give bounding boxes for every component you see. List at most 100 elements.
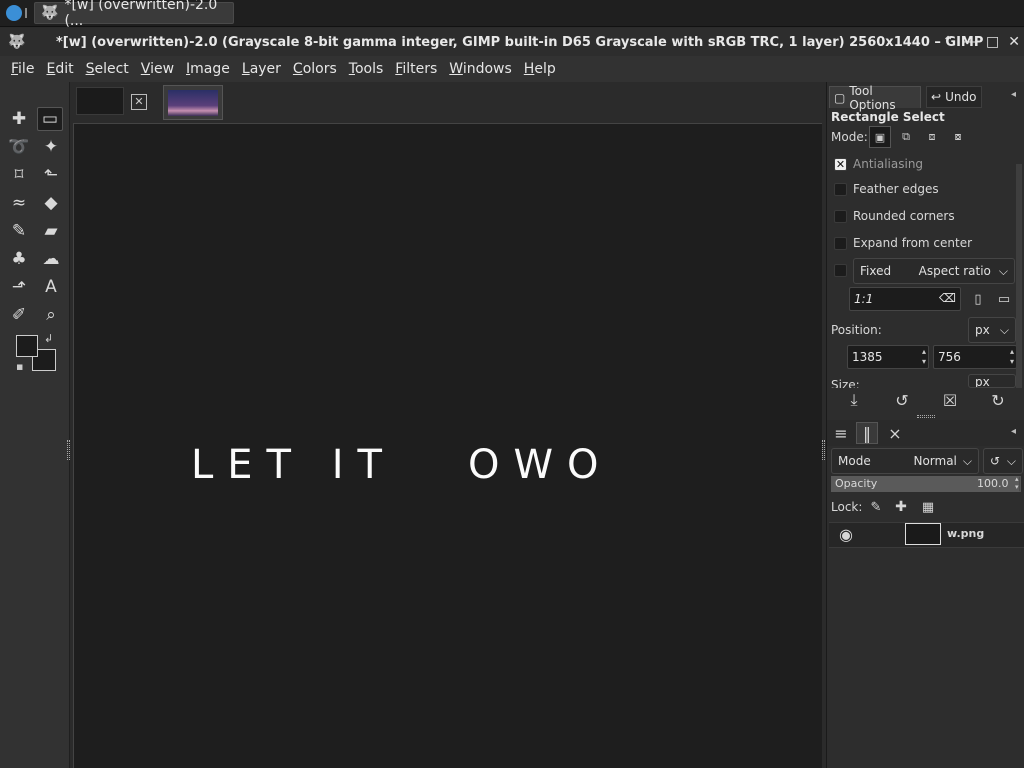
position-x-value: 1385 xyxy=(852,350,883,364)
reset-options-icon[interactable]: ↻ xyxy=(987,389,1009,411)
menu-edit[interactable]: Edit xyxy=(40,61,79,77)
paths-tab-icon[interactable]: ⨯ xyxy=(884,422,906,444)
lock-position-icon[interactable]: ✚ xyxy=(890,496,912,518)
tab-undo[interactable]: ↩ Undo xyxy=(926,86,982,108)
dock-resize-handle-left[interactable] xyxy=(67,440,70,460)
menu-file[interactable]: File xyxy=(5,61,40,77)
menu-filters[interactable]: Filters xyxy=(389,61,443,77)
rect-select-tool-icon[interactable]: ▭ xyxy=(37,107,63,131)
feather-edges-label: Feather edges xyxy=(853,182,939,196)
image-preview xyxy=(168,90,218,116)
taskbar-gimp-window[interactable]: 🐺 *[w] (overwritten)-2.0 (... xyxy=(34,0,234,29)
clone-tool-icon[interactable]: ♣ xyxy=(6,247,32,271)
minimize-button[interactable]: — xyxy=(963,34,977,50)
image-canvas[interactable]: LET IT OWO xyxy=(73,123,822,768)
paths-tool-icon[interactable]: ⬏ xyxy=(6,275,32,299)
lock-pixels-icon[interactable]: ✎ xyxy=(865,496,887,518)
image-tab-thumbnail[interactable] xyxy=(163,85,223,120)
image-tabs: ✕ xyxy=(71,82,824,122)
tool-options-scrollbar[interactable] xyxy=(1016,164,1022,388)
menu-image[interactable]: Image xyxy=(180,61,236,77)
position-x-field[interactable]: 1385 ▴ ▾ xyxy=(847,345,929,369)
mode-subtract-icon[interactable]: ⧈ xyxy=(921,126,943,148)
fixed-mode-select[interactable]: Fixed Aspect ratio ⌵ xyxy=(853,258,1015,284)
fuzzy-select-tool-icon[interactable]: ✦ xyxy=(38,135,64,159)
menubar: File Edit Select View Image Layer Colors… xyxy=(0,56,1024,82)
menu-colors[interactable]: Colors xyxy=(287,61,343,77)
text-tool-icon[interactable]: A xyxy=(38,275,64,299)
zoom-tool-icon[interactable]: ⌕ xyxy=(38,303,64,327)
foreground-color-swatch[interactable] xyxy=(16,335,38,357)
spinner-icon[interactable]: ▴ ▾ xyxy=(1015,475,1019,491)
menu-windows[interactable]: Windows xyxy=(443,61,518,77)
position-unit-select[interactable]: px ⌵ xyxy=(968,317,1016,343)
pin-icon[interactable]: ⌃ xyxy=(942,34,954,50)
lock-label: Lock: xyxy=(831,500,863,514)
menu-view[interactable]: View xyxy=(135,61,180,77)
channels-tab-icon[interactable]: ‖ xyxy=(856,422,878,444)
bucket-fill-tool-icon[interactable]: ◆ xyxy=(38,191,64,215)
close-button[interactable]: ✕ xyxy=(1008,34,1020,50)
tab-tool-options[interactable]: ▢ Tool Options xyxy=(829,84,921,112)
image-tab-thumbnail[interactable] xyxy=(76,87,124,115)
clear-field-icon[interactable]: ⌫ xyxy=(939,291,956,305)
move-tool-icon[interactable]: ✚ xyxy=(6,107,32,131)
canvas-text-left: LET IT xyxy=(191,442,396,488)
gimp-icon: 🐺 xyxy=(41,5,59,21)
fixed-checkbox[interactable] xyxy=(834,264,847,277)
transform-tool-icon[interactable]: ⬑ xyxy=(38,163,64,187)
chevron-down-icon: ⌵ xyxy=(1006,453,1016,468)
taskbar: 🐺 *[w] (overwritten)-2.0 (... xyxy=(0,0,1024,29)
layer-name: w.png xyxy=(947,527,985,540)
lasso-tool-icon[interactable]: ➰ xyxy=(6,135,32,159)
warp-tool-icon[interactable]: ≈ xyxy=(6,191,32,215)
antialiasing-checkbox[interactable]: ✕ xyxy=(834,158,847,171)
menu-help[interactable]: Help xyxy=(518,61,562,77)
save-preset-icon[interactable]: ⤓ xyxy=(843,389,865,411)
dock-menu-icon[interactable]: ◂ xyxy=(1011,426,1016,437)
dock-menu-icon[interactable]: ◂ xyxy=(1011,89,1016,100)
chevron-down-icon: ⌵ xyxy=(998,263,1008,278)
chevron-down-icon: ⌵ xyxy=(962,453,972,468)
spinner-icon[interactable]: ▴ ▾ xyxy=(1010,347,1014,367)
crop-tool-icon[interactable]: ⌑ xyxy=(6,163,32,187)
mode-replace-icon[interactable]: ▣ xyxy=(869,126,891,148)
portrait-icon[interactable]: ▯ xyxy=(967,288,989,310)
layer-mode-label: Mode xyxy=(838,454,871,468)
close-tab-icon[interactable]: ✕ xyxy=(131,94,147,110)
ratio-field[interactable]: 1:1 ⌫ xyxy=(849,287,961,311)
menu-select[interactable]: Select xyxy=(80,61,135,77)
position-y-field[interactable]: 756 ▴ ▾ xyxy=(933,345,1017,369)
eraser-tool-icon[interactable]: ▰ xyxy=(38,219,64,243)
dock-splitter[interactable] xyxy=(917,415,935,418)
mode-label: Mode: xyxy=(831,130,868,144)
dock-resize-handle-right[interactable] xyxy=(822,440,825,460)
start-menu-icon[interactable] xyxy=(6,5,22,21)
lock-alpha-icon[interactable]: ▦ xyxy=(917,496,939,518)
maximize-button[interactable]: □ xyxy=(986,34,999,50)
smudge-tool-icon[interactable]: ☁ xyxy=(38,247,64,271)
size-unit-select[interactable]: px xyxy=(968,374,1016,388)
undo-icon: ↩ xyxy=(931,90,942,104)
fixed-label: Fixed xyxy=(860,264,892,278)
menu-tools[interactable]: Tools xyxy=(343,61,390,77)
spinner-icon[interactable]: ▴ ▾ xyxy=(922,347,926,367)
reset-colors-icon[interactable]: ▪ xyxy=(16,360,23,373)
rounded-corners-checkbox[interactable] xyxy=(834,210,847,223)
layers-tab-icon[interactable]: ≡ xyxy=(830,422,852,444)
restore-preset-icon[interactable]: ↺ xyxy=(891,389,913,411)
color-picker-tool-icon[interactable]: ✐ xyxy=(6,303,32,327)
visibility-eye-icon[interactable]: ◉ xyxy=(835,523,857,545)
expand-from-center-checkbox[interactable] xyxy=(834,237,847,250)
paintbrush-tool-icon[interactable]: ✎ xyxy=(6,219,32,243)
mode-add-icon[interactable]: ⧉ xyxy=(895,126,917,148)
delete-preset-icon[interactable]: ☒ xyxy=(939,389,961,411)
landscape-icon[interactable]: ▭ xyxy=(993,288,1015,310)
mode-intersect-icon[interactable]: ⧇ xyxy=(947,126,969,148)
expand-from-center-label: Expand from center xyxy=(853,236,973,250)
swap-colors-icon[interactable]: ↲ xyxy=(44,332,53,345)
layer-composite-select[interactable]: ↺ ⌵ xyxy=(983,448,1023,474)
layer-mode-select[interactable]: Mode Normal ⌵ xyxy=(831,448,979,474)
feather-edges-checkbox[interactable] xyxy=(834,183,847,196)
menu-layer[interactable]: Layer xyxy=(236,61,287,77)
